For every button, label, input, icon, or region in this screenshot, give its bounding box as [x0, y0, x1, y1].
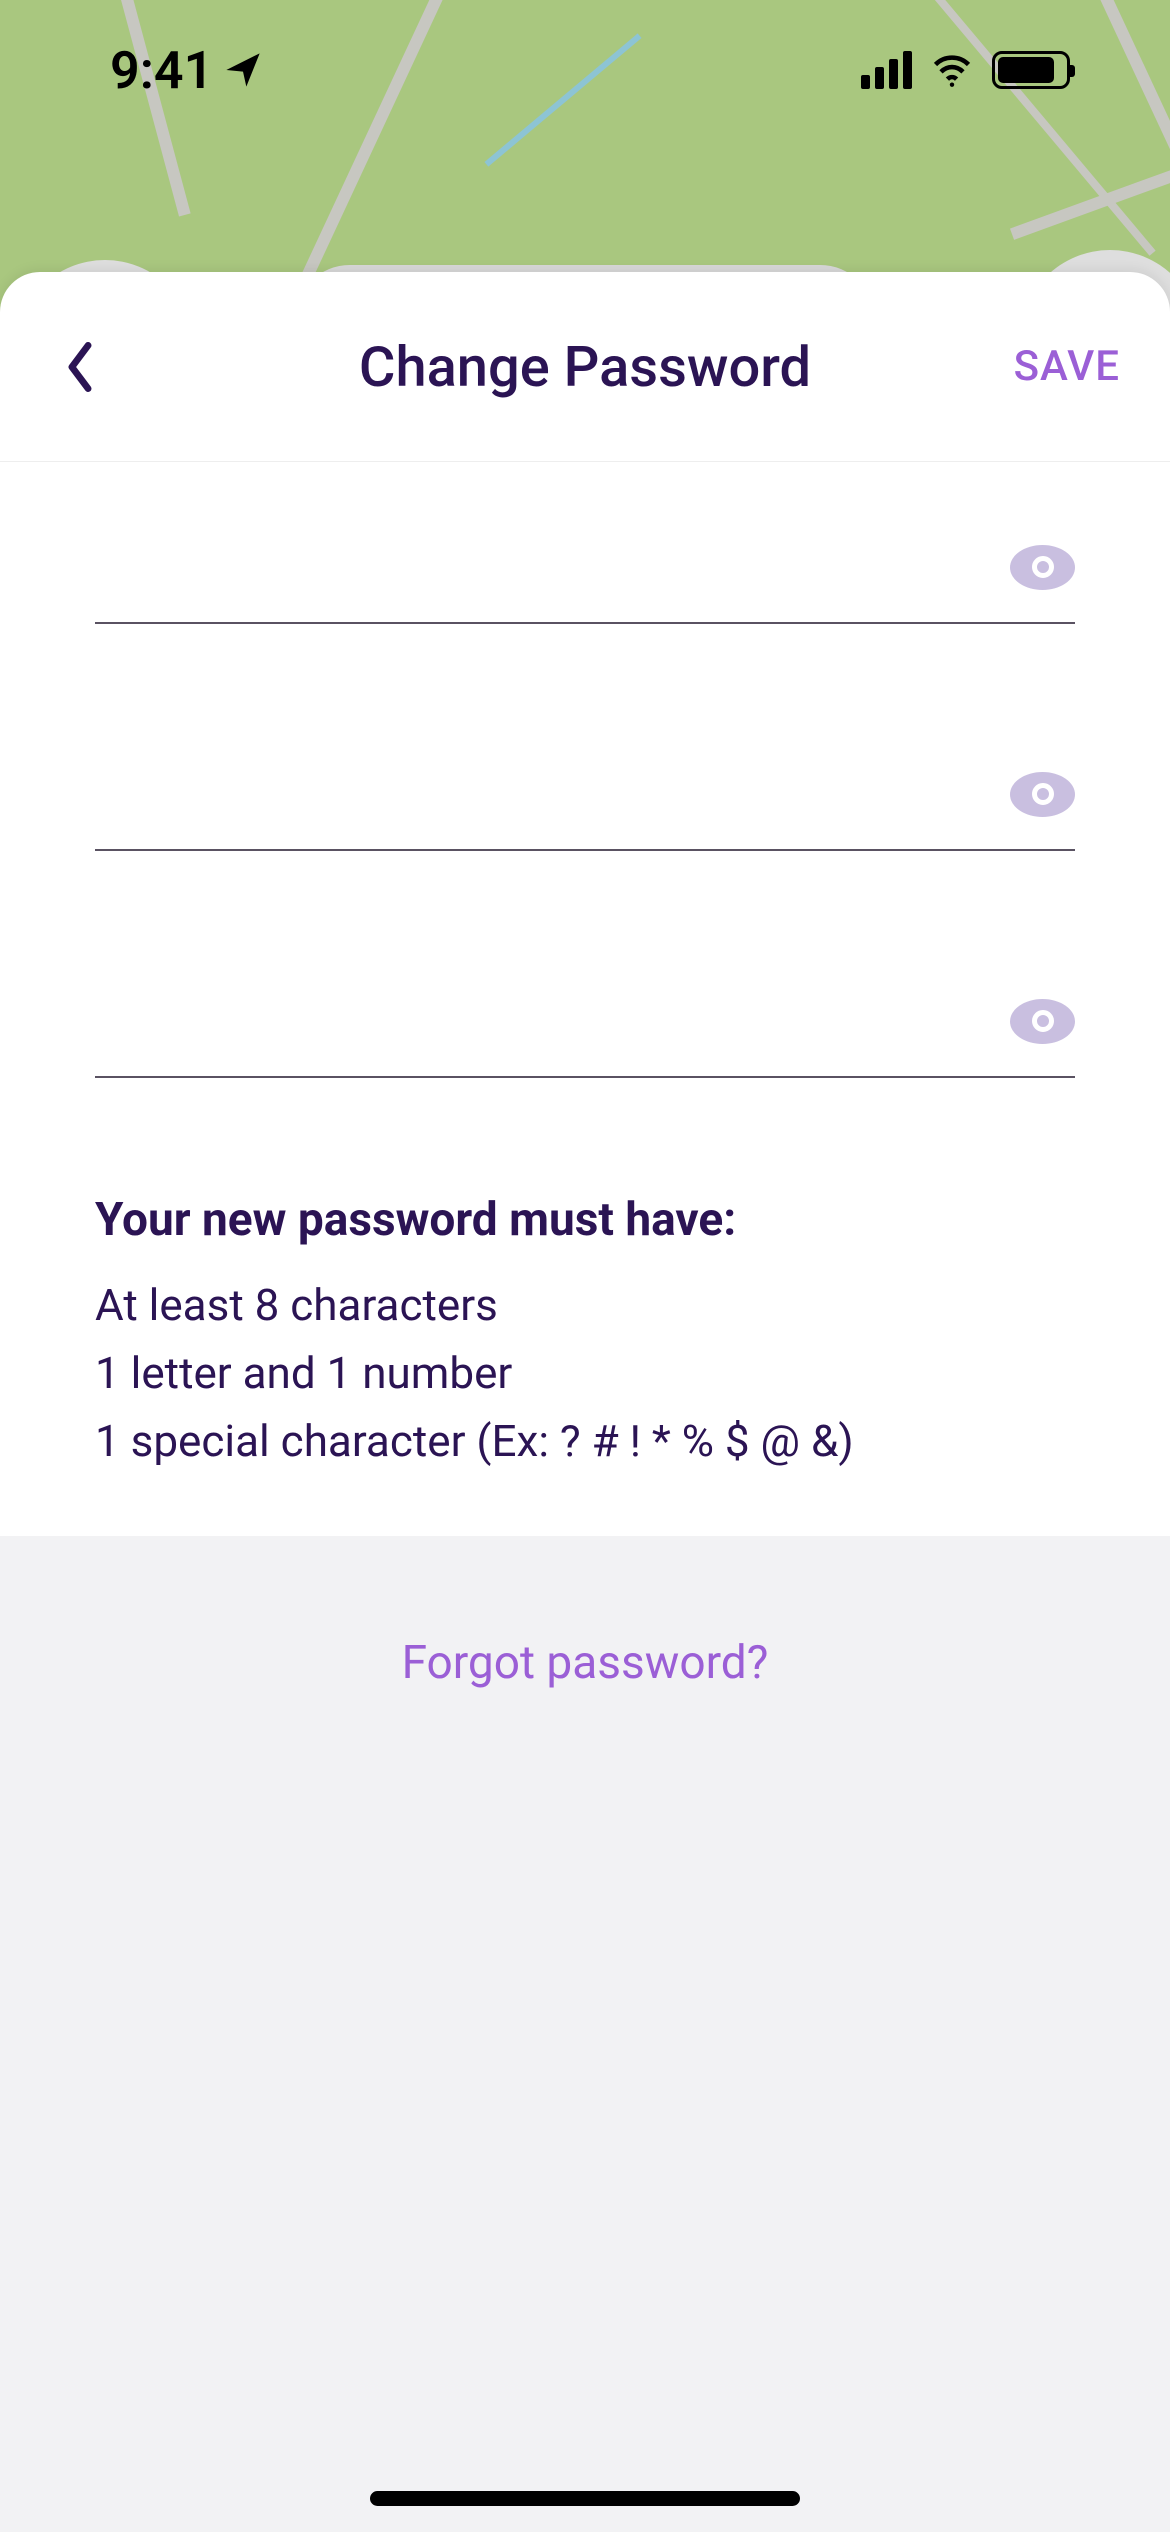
confirm-password-field — [95, 996, 1075, 1078]
rules-list: At least 8 characters 1 letter and 1 num… — [95, 1271, 1075, 1476]
rule-item: At least 8 characters — [95, 1271, 1075, 1339]
status-bar: 9:41 — [0, 0, 1170, 140]
eye-icon — [1032, 783, 1054, 805]
toggle-visibility-new[interactable] — [1010, 772, 1075, 817]
eye-icon — [1032, 1010, 1054, 1032]
forgot-password-link[interactable]: Forgot password? — [402, 1636, 769, 1690]
password-rules: Your new password must have: At least 8 … — [95, 1193, 1075, 1476]
eye-icon — [1032, 556, 1054, 578]
battery-icon — [992, 51, 1070, 89]
page-title: Change Password — [359, 334, 811, 400]
save-button[interactable]: SAVE — [1014, 342, 1120, 391]
cellular-icon — [861, 51, 912, 89]
status-time: 9:41 — [110, 40, 263, 101]
confirm-password-input[interactable] — [95, 996, 990, 1046]
rule-item: 1 letter and 1 number — [95, 1339, 1075, 1407]
rule-item: 1 special character (Ex: ? # ! * % $ @ &… — [95, 1407, 1075, 1475]
back-button[interactable] — [50, 337, 110, 397]
current-password-input[interactable] — [95, 542, 990, 592]
new-password-field — [95, 769, 1075, 851]
chevron-left-icon — [63, 340, 97, 394]
sheet: Change Password SAVE Your new password m… — [0, 272, 1170, 2532]
rules-title: Your new password must have: — [95, 1193, 1075, 1247]
wifi-icon — [930, 48, 974, 92]
status-time-text: 9:41 — [110, 40, 213, 101]
current-password-field — [95, 542, 1075, 624]
home-indicator[interactable] — [370, 2491, 800, 2506]
lower-area: Forgot password? — [0, 1536, 1170, 2532]
sheet-header: Change Password SAVE — [0, 272, 1170, 462]
new-password-input[interactable] — [95, 769, 990, 819]
toggle-visibility-current[interactable] — [1010, 545, 1075, 590]
location-icon — [223, 50, 263, 90]
toggle-visibility-confirm[interactable] — [1010, 999, 1075, 1044]
status-icons — [861, 48, 1070, 92]
password-form: Your new password must have: At least 8 … — [0, 462, 1170, 1536]
